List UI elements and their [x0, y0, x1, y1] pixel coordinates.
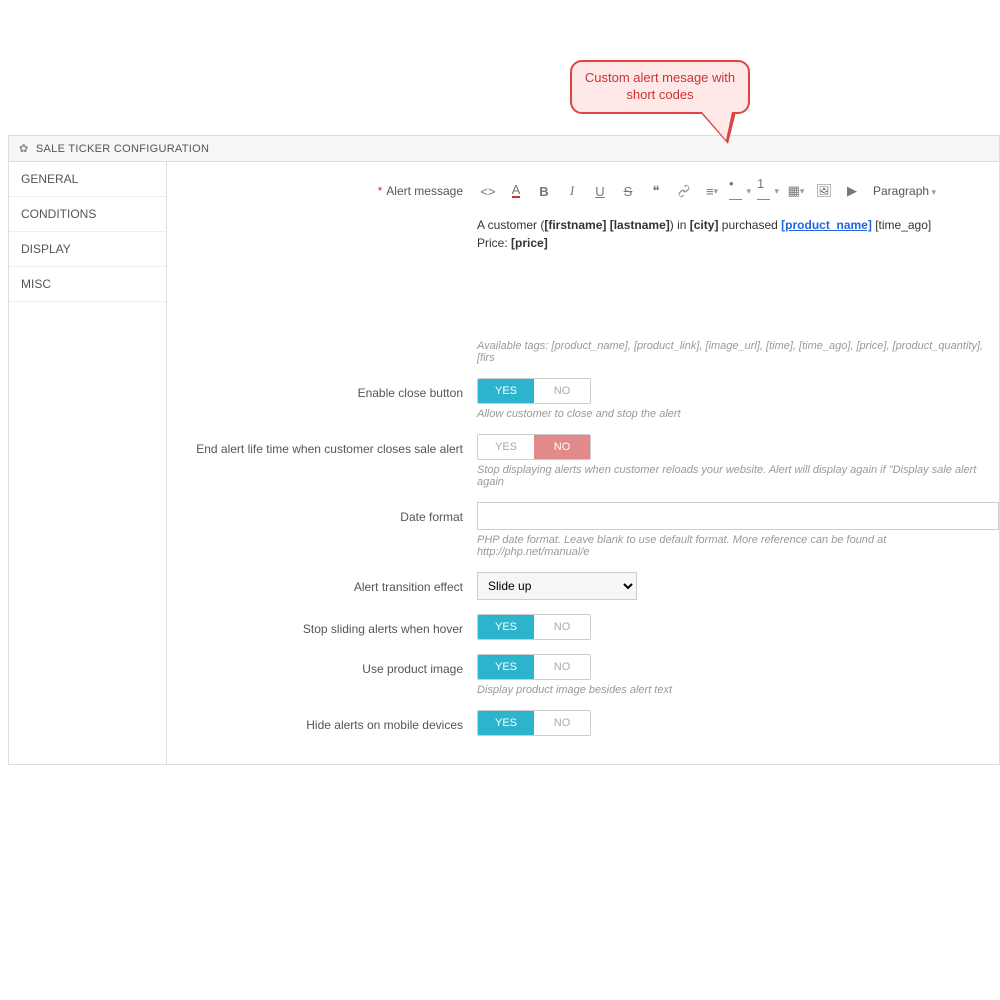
toggle-yes[interactable]: YES	[478, 711, 534, 735]
toggle-yes[interactable]: YES	[478, 655, 534, 679]
toggle-no[interactable]: NO	[534, 655, 590, 679]
numbered-list-icon[interactable]: 1 —	[757, 180, 779, 202]
transition-select[interactable]: Slide up	[477, 572, 637, 600]
toggle-no[interactable]: NO	[534, 711, 590, 735]
bold-icon[interactable]: B	[533, 180, 555, 202]
tab-general[interactable]: GENERAL	[9, 162, 166, 197]
help-end-life: Stop displaying alerts when customer rel…	[477, 464, 999, 488]
form-area: *Alert message <> A B I U S ❝ ≡ • — 1	[167, 162, 999, 764]
panel-header: ✿ SALE TICKER CONFIGURATION	[9, 136, 999, 162]
align-icon[interactable]: ≡	[701, 180, 723, 202]
italic-icon[interactable]: I	[561, 180, 583, 202]
quote-icon[interactable]: ❝	[645, 180, 667, 202]
label-hide-mobile: Hide alerts on mobile devices	[167, 710, 477, 732]
toggle-end-life[interactable]: YES NO	[477, 434, 591, 460]
label-use-img: Use product image	[167, 654, 477, 676]
toggle-yes[interactable]: YES	[478, 435, 534, 459]
toggle-no[interactable]: NO	[534, 435, 590, 459]
help-date-format: PHP date format. Leave blank to use defa…	[477, 534, 999, 558]
text-color-icon[interactable]: A	[505, 180, 527, 202]
toggle-yes[interactable]: YES	[478, 615, 534, 639]
wysiwyg-toolbar: <> A B I U S ❝ ≡ • — 1 — ▦ 🖼 ▶	[477, 176, 999, 206]
tab-misc[interactable]: MISC	[9, 267, 166, 302]
toggle-enable-close[interactable]: YES NO	[477, 378, 591, 404]
image-icon[interactable]: 🖼	[813, 180, 835, 202]
sidebar: GENERAL CONDITIONS DISPLAY MISC	[9, 162, 167, 764]
bullet-list-icon[interactable]: • —	[729, 180, 751, 202]
toggle-no[interactable]: NO	[534, 379, 590, 403]
label-transition: Alert transition effect	[167, 572, 477, 594]
toggle-hide-mobile[interactable]: YES NO	[477, 710, 591, 736]
toggle-yes[interactable]: YES	[478, 379, 534, 403]
underline-icon[interactable]: U	[589, 180, 611, 202]
link-icon[interactable]	[673, 180, 695, 202]
panel-title: SALE TICKER CONFIGURATION	[36, 143, 209, 155]
toggle-no[interactable]: NO	[534, 615, 590, 639]
table-icon[interactable]: ▦	[785, 180, 807, 202]
toggle-stop-hover[interactable]: YES NO	[477, 614, 591, 640]
paragraph-select[interactable]: Paragraph	[869, 182, 940, 200]
label-stop-hover: Stop sliding alerts when hover	[167, 614, 477, 636]
callout-text: Custom alert mesage with short codes	[585, 70, 735, 102]
help-enable-close: Allow customer to close and stop the ale…	[477, 408, 999, 420]
toggle-use-img[interactable]: YES NO	[477, 654, 591, 680]
label-alert-message: *Alert message	[167, 176, 477, 198]
config-panel: ✿ SALE TICKER CONFIGURATION GENERAL COND…	[8, 135, 1000, 765]
tab-conditions[interactable]: CONDITIONS	[9, 197, 166, 232]
date-format-input[interactable]	[477, 502, 999, 530]
alert-message-editor[interactable]: A customer ([firstname] [lastname]) in […	[477, 212, 999, 266]
available-tags-help: Available tags: [product_name], [product…	[477, 340, 999, 364]
help-use-img: Display product image besides alert text	[477, 684, 999, 696]
strikethrough-icon[interactable]: S	[617, 180, 639, 202]
label-date-format: Date format	[167, 502, 477, 524]
video-icon[interactable]: ▶	[841, 180, 863, 202]
annotation-callout: Custom alert mesage with short codes	[570, 60, 750, 114]
tab-display[interactable]: DISPLAY	[9, 232, 166, 267]
code-icon[interactable]: <>	[477, 180, 499, 202]
label-end-life: End alert life time when customer closes…	[167, 434, 477, 456]
gear-icon: ✿	[19, 142, 29, 155]
label-enable-close: Enable close button	[167, 378, 477, 400]
